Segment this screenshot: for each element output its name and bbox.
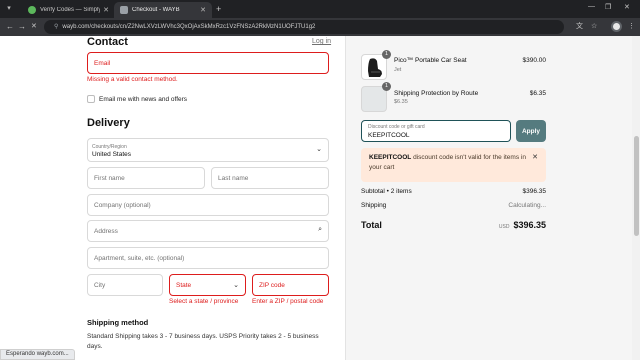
news-checkbox[interactable]: [87, 95, 95, 103]
shipping-method-text: Standard Shipping takes 3 - 7 business d…: [87, 333, 319, 350]
email-field[interactable]: Email: [87, 52, 329, 74]
zip-field[interactable]: ZIP code: [252, 274, 329, 296]
new-tab-icon[interactable]: +: [216, 3, 221, 15]
tab-verify-codes[interactable]: Verify Codes — SimplyCodes ✕: [22, 2, 115, 18]
forward-icon[interactable]: →: [18, 21, 26, 33]
apartment-placeholder: Apartment, suite, etc. (optional): [94, 254, 185, 262]
alert-code: KEEPITCOOL: [369, 154, 412, 161]
close-icon[interactable]: ✕: [200, 6, 206, 14]
maximize-icon[interactable]: ❐: [605, 3, 611, 11]
email-error: Missing a valid contact method.: [87, 76, 178, 83]
window-close-icon[interactable]: ✕: [624, 3, 630, 11]
subtotal-label: Subtotal • 2 items: [361, 188, 412, 195]
chevron-down-icon: ⌄: [316, 146, 322, 153]
zip-placeholder: ZIP code: [259, 281, 285, 289]
wayb-favicon-icon: [120, 6, 128, 14]
last-name-field[interactable]: Last name: [211, 167, 329, 189]
company-field[interactable]: Company (optional): [87, 194, 329, 216]
checkout-page: Contact Log in Email Missing a valid con…: [0, 36, 640, 360]
item-quantity-badge: 1: [382, 82, 391, 91]
back-icon[interactable]: ←: [6, 21, 14, 33]
item-name: Pico™ Portable Car Seat: [394, 57, 467, 64]
address-field[interactable]: Address ⌕: [87, 220, 329, 242]
close-icon[interactable]: ✕: [532, 153, 538, 163]
subtotal-value: $396.35: [522, 188, 547, 195]
country-label: Country/Region: [92, 144, 127, 150]
news-label: Email me with news and offers: [99, 96, 188, 103]
chevron-down-icon: ⌄: [233, 282, 239, 289]
delivery-heading: Delivery: [87, 117, 130, 129]
menu-icon[interactable]: ⋮: [628, 21, 635, 33]
tab-title: Verify Codes — SimplyCodes: [40, 7, 100, 13]
item-variant: Jet: [394, 67, 402, 73]
company-placeholder: Company (optional): [94, 201, 151, 209]
city-placeholder: City: [94, 281, 106, 289]
browser-tab-bar: ▾ Verify Codes — SimplyCodes ✕ Checkout …: [0, 0, 640, 18]
state-placeholder: State: [176, 281, 192, 289]
item-variant: $6.35: [394, 99, 408, 105]
currency-code: USD: [498, 224, 510, 230]
close-icon[interactable]: ✕: [103, 6, 109, 14]
first-name-placeholder: First name: [94, 174, 125, 182]
tab-checkout[interactable]: Checkout - WAYB ✕: [114, 2, 212, 18]
apartment-field[interactable]: Apartment, suite, etc. (optional): [87, 247, 329, 269]
country-value: United States: [92, 151, 132, 158]
browser-toolbar: ← → ✕ ⚲ wayb.com/checkouts/cn/Z2NwLXVzLWV…: [0, 18, 640, 36]
profile-avatar-icon[interactable]: [611, 21, 622, 32]
discount-label: Discount code or gift card: [368, 124, 425, 130]
simplycodes-favicon-icon: [28, 6, 36, 14]
url-text: wayb.com/checkouts/cn/Z2NwLXVzLWVhc3QxOj…: [62, 24, 316, 30]
total-value: $396.35: [513, 220, 546, 230]
shipping-method-heading: Shipping method: [87, 318, 149, 327]
discount-error-alert: KEEPITCOOL discount code isn't valid for…: [361, 148, 546, 182]
car-seat-image: [368, 58, 382, 77]
item-price: $6.35: [529, 90, 546, 97]
state-error: Select a state / province: [169, 298, 239, 305]
minimize-icon[interactable]: —: [588, 3, 595, 10]
discount-code-input[interactable]: Discount code or gift card KEEPITCOOL: [361, 120, 511, 142]
bookmark-star-icon[interactable]: ☆: [591, 21, 597, 33]
country-select[interactable]: ⌄: [87, 138, 329, 162]
search-icon[interactable]: ⌕: [318, 226, 322, 234]
first-name-field[interactable]: First name: [87, 167, 205, 189]
discount-value: KEEPITCOOL: [368, 132, 410, 139]
stop-icon[interactable]: ✕: [31, 21, 37, 33]
subtotal-row: Subtotal • 2 items $396.35: [361, 188, 546, 195]
scrollbar-thumb[interactable]: [634, 136, 639, 236]
last-name-placeholder: Last name: [218, 174, 249, 182]
tab-search-icon[interactable]: ▾: [4, 4, 14, 14]
total-label: Total: [361, 220, 382, 230]
tab-title: Checkout - WAYB: [132, 7, 180, 13]
checkout-form: Contact Log in Email Missing a valid con…: [0, 36, 345, 360]
shipping-value: Calculating...: [508, 202, 546, 209]
shipping-row: Shipping Calculating...: [361, 202, 546, 209]
status-bar: Esperando wayb.com...: [0, 349, 75, 360]
site-info-icon[interactable]: ⚲: [54, 24, 58, 30]
shipping-label: Shipping: [361, 202, 387, 209]
email-placeholder: Email: [94, 59, 111, 67]
zip-error: Enter a ZIP / postal code: [252, 298, 324, 305]
state-select[interactable]: State ⌄: [169, 274, 246, 296]
address-placeholder: Address: [94, 227, 118, 235]
address-bar[interactable]: ⚲ wayb.com/checkouts/cn/Z2NwLXVzLWVhc3QxO…: [44, 20, 564, 34]
apply-button[interactable]: Apply: [516, 120, 546, 142]
total-row: Total USD $396.35: [361, 220, 546, 230]
translate-icon[interactable]: 文: [576, 21, 583, 33]
contact-heading: Contact: [87, 36, 128, 48]
item-quantity-badge: 1: [382, 50, 391, 59]
item-price: $390.00: [522, 57, 547, 64]
login-link[interactable]: Log in: [312, 38, 331, 45]
item-name: Shipping Protection by Route: [394, 90, 479, 97]
city-field[interactable]: City: [87, 274, 163, 296]
